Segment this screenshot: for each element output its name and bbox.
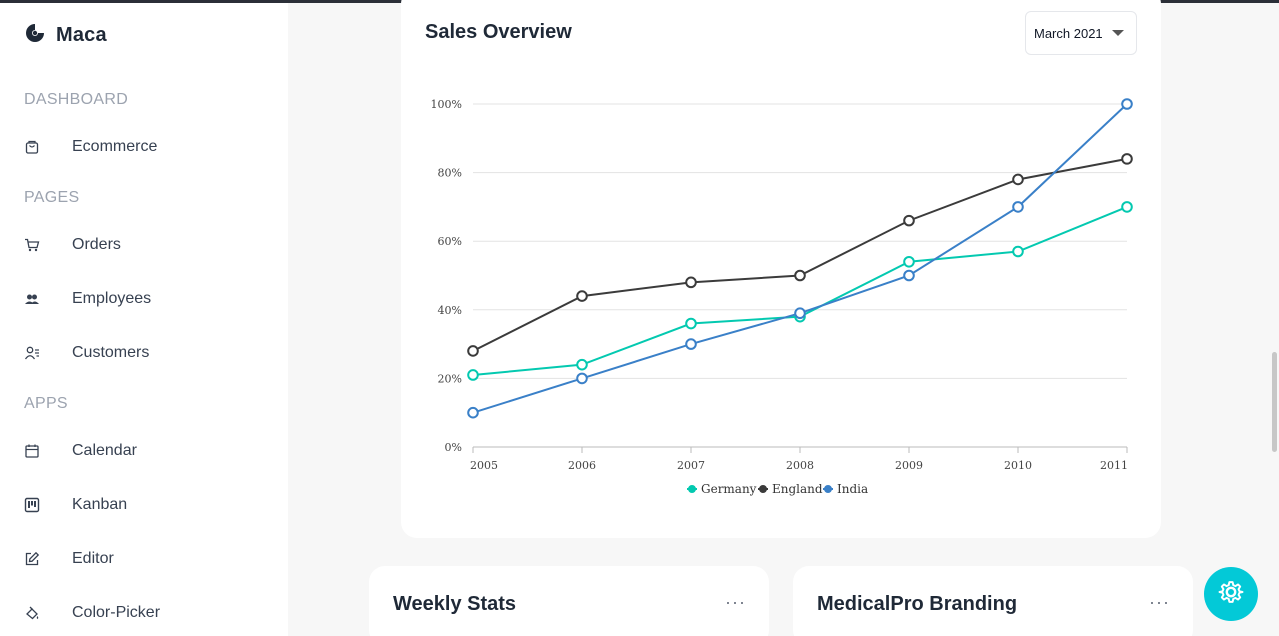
legend-label: England [772,482,823,496]
y-tick-label: 60% [438,235,462,248]
legend-marker [759,485,767,493]
data-point-india [685,338,697,350]
series-line-germany [472,205,1128,376]
y-tick-label: 80% [438,167,462,180]
data-point-germany [903,255,915,268]
sales-line-chart: 0% 20% 40% 60% 80% 100% 2005 2006 2007 2008 2009 20… [431,98,1133,496]
legend-marker [824,485,832,493]
y-tick-label: 0% [445,441,462,454]
legend-label: India [837,482,868,496]
x-tick-label: 2007 [677,459,705,472]
data-point-england [576,290,588,302]
data-point-germany [467,369,479,381]
data-point-england [467,345,479,357]
y-tick-label: 100% [431,98,462,111]
legend-marker [688,485,696,493]
data-point-england [685,276,697,289]
data-point-germany [685,317,697,330]
data-point-england [1012,173,1024,186]
data-point-india [576,372,588,385]
data-point-germany [1012,245,1024,258]
data-point-germany [576,358,588,371]
x-tick-label: 2010 [1004,459,1032,472]
data-point-india [794,307,806,320]
legend-label: Germany [701,482,757,496]
gear-icon [1216,577,1246,612]
data-point-england [794,269,806,282]
weekly-stats-more-button[interactable]: ··· [725,592,746,613]
data-point-england [903,214,915,227]
data-point-india [1121,98,1133,110]
data-point-india [1012,201,1024,213]
y-tick-label: 40% [438,304,462,317]
x-tick-label: 2009 [895,459,923,472]
page-scrollbar-thumb[interactable] [1272,352,1277,452]
data-point-england [1121,153,1133,165]
x-tick-label: 2006 [568,459,596,472]
y-tick-label: 20% [438,372,462,385]
x-tick-label: 2008 [786,459,814,472]
x-tick-label: 2011 [1100,459,1128,472]
data-point-india [903,269,915,282]
medicalpro-branding-more-button[interactable]: ··· [1149,592,1170,613]
x-tick-label: 2005 [470,459,498,472]
data-point-india [467,406,479,419]
data-point-germany [1121,201,1133,213]
weekly-stats-title: Weekly Stats [393,593,517,615]
medicalpro-branding-title: MedicalPro Branding [817,593,1018,615]
settings-button[interactable] [1204,567,1258,621]
